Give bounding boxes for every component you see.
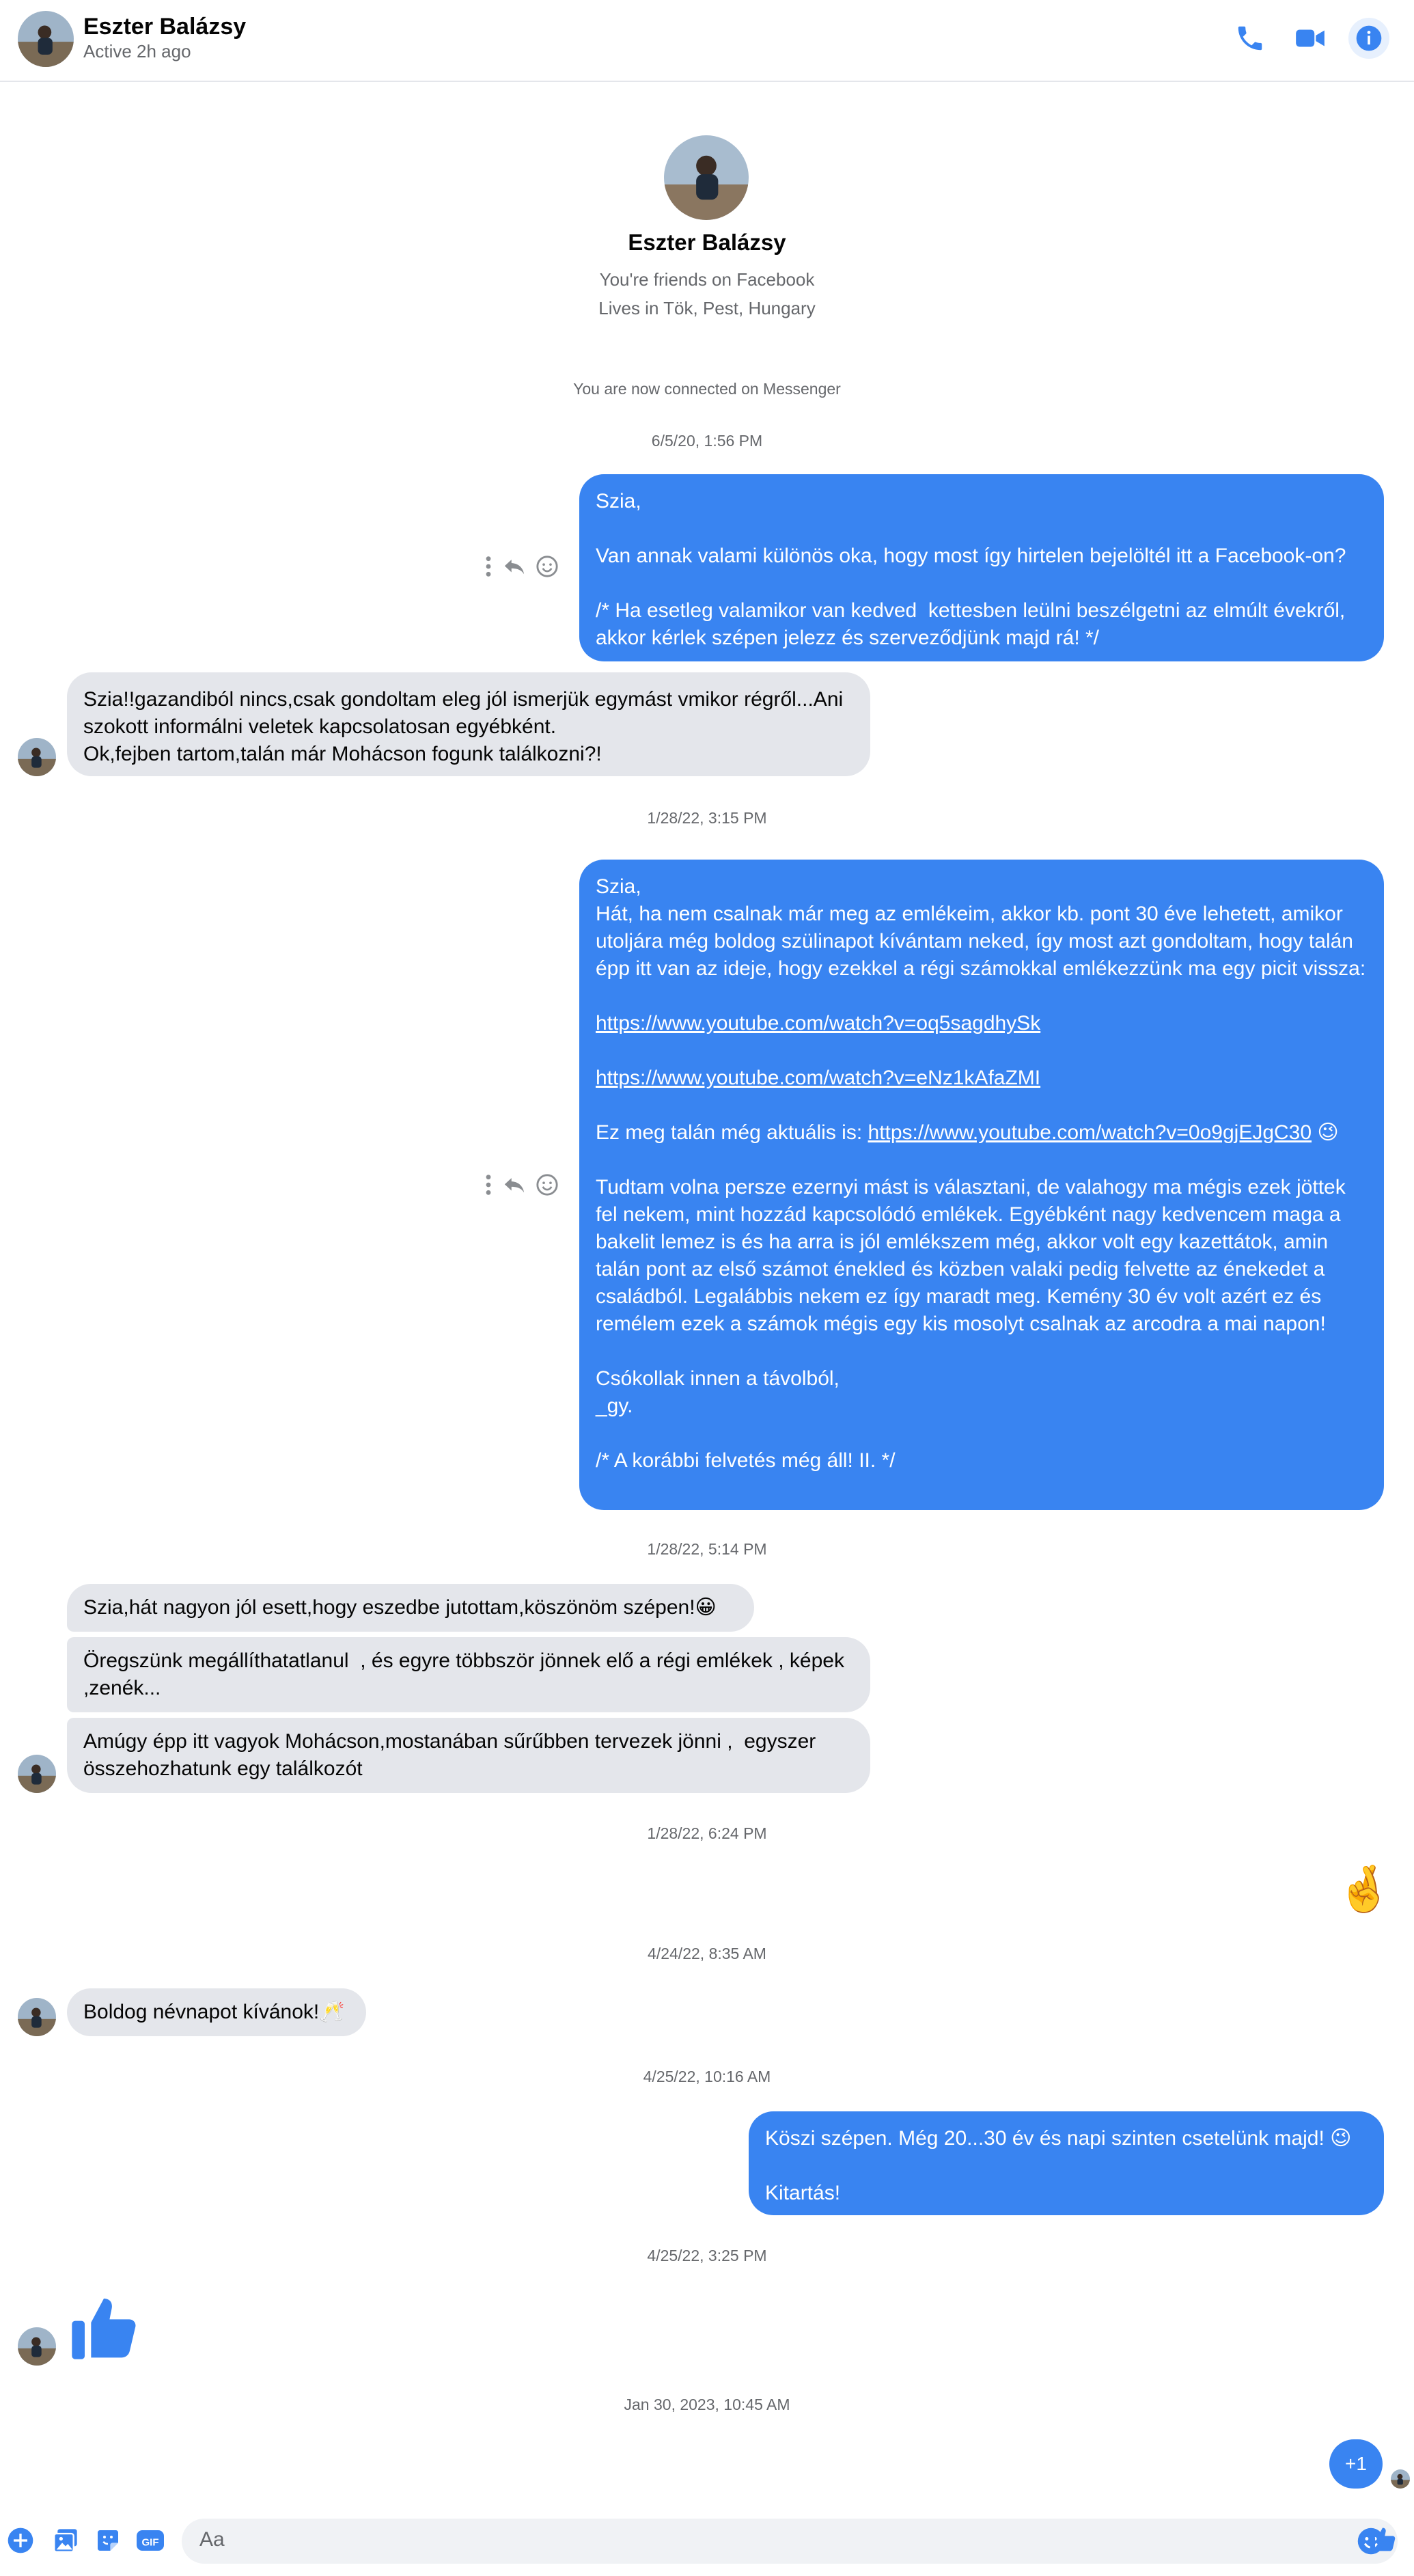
outgoing-message[interactable]: Szia, Van annak valami különös oka, hogy… — [579, 474, 1384, 661]
header-contact-name[interactable]: Eszter Balázsy — [83, 14, 246, 40]
timestamp: 6/5/20, 1:56 PM — [651, 432, 763, 450]
conversation-header: Eszter Balázsy Active 2h ago — [0, 0, 1414, 82]
message-input-container — [182, 2519, 1398, 2564]
like-icon[interactable] — [1366, 2523, 1399, 2556]
contact-avatar[interactable] — [18, 1998, 56, 2036]
plus-icon[interactable] — [4, 2524, 37, 2557]
timestamp: 1/28/22, 5:14 PM — [647, 1540, 767, 1558]
react-icon[interactable] — [536, 555, 559, 578]
timestamp: 4/25/22, 3:25 PM — [647, 2247, 767, 2264]
incoming-message[interactable]: Amúgy épp itt vagyok Mohácson,mostanában… — [67, 1718, 870, 1793]
profile-avatar[interactable] — [664, 135, 749, 220]
message-composer: GIF — [0, 2515, 1414, 2576]
sticker-icon[interactable] — [92, 2524, 124, 2557]
message-input[interactable] — [199, 2528, 1306, 2551]
timestamp: 4/25/22, 10:16 AM — [643, 2068, 771, 2085]
crossed-fingers-emoji[interactable]: 🤞 — [1336, 1861, 1392, 1916]
wink-emoji: 😉 — [1317, 1121, 1339, 1144]
incoming-message[interactable]: Szia,hát nagyon jól esett,hogy eszedbe j… — [67, 1584, 754, 1632]
like-icon[interactable] — [66, 2288, 142, 2367]
timestamp: 4/24/22, 8:35 AM — [648, 1945, 766, 1962]
gif-icon[interactable]: GIF — [134, 2524, 167, 2557]
profile-name: Eszter Balázsy — [628, 230, 786, 255]
youtube-link[interactable]: https://www.youtube.com/watch?v=0o9gjEJg… — [868, 1121, 1312, 1144]
reply-icon[interactable] — [503, 1175, 526, 1195]
more-icon[interactable] — [484, 555, 493, 578]
image-icon[interactable] — [49, 2524, 82, 2557]
info-icon[interactable] — [1348, 18, 1389, 59]
message-actions — [484, 1173, 559, 1196]
contact-avatar[interactable] — [18, 2327, 56, 2366]
incoming-message[interactable]: Szia!!gazandiból nincs,csak gondoltam el… — [67, 672, 870, 776]
outgoing-message[interactable]: Köszi szépen. Még 20...30 év és napi szi… — [749, 2111, 1384, 2215]
video-icon[interactable] — [1290, 18, 1331, 59]
outgoing-message[interactable]: Szia, Hát, ha nem csalnak már meg az eml… — [579, 860, 1384, 1510]
contact-avatar[interactable] — [18, 738, 56, 776]
message-text: Szia, Hát, ha nem csalnak már meg az eml… — [596, 875, 1366, 980]
connected-notice: You are now connected on Messenger — [573, 380, 841, 398]
profile-friends-line: You're friends on Facebook — [599, 269, 815, 290]
header-active-status: Active 2h ago — [83, 41, 191, 61]
message-text: Ez meg talán még aktuális is: — [596, 1121, 868, 1144]
phone-icon[interactable] — [1230, 18, 1271, 59]
svg-text:GIF: GIF — [142, 2537, 159, 2549]
header-avatar[interactable] — [18, 11, 74, 67]
youtube-link[interactable]: https://www.youtube.com/watch?v=oq5sagdh… — [596, 1012, 1040, 1034]
timestamp: Jan 30, 2023, 10:45 AM — [624, 2396, 790, 2413]
message-signature: Csókollak innen a távolból, _gy. — [596, 1367, 840, 1417]
seen-avatar — [1391, 2469, 1410, 2489]
timestamp: 1/28/22, 6:24 PM — [647, 1824, 767, 1842]
youtube-link[interactable]: https://www.youtube.com/watch?v=eNz1kAfa… — [596, 1067, 1040, 1089]
message-actions — [484, 555, 559, 578]
react-icon[interactable] — [536, 1173, 559, 1196]
message-text: Tudtam volna persze ezernyi mást is vála… — [596, 1176, 1346, 1335]
contact-avatar[interactable] — [18, 1755, 56, 1793]
message-text: /* A korábbi felvetés még áll! II. */ — [596, 1449, 896, 1472]
reply-icon[interactable] — [503, 556, 526, 577]
outgoing-message[interactable]: +1 — [1329, 2439, 1383, 2489]
profile-location-line: Lives in Tök, Pest, Hungary — [598, 298, 816, 318]
more-icon[interactable] — [484, 1173, 493, 1196]
incoming-message[interactable]: Öregszünk megállíthatatlanul , és egyre … — [67, 1637, 870, 1712]
incoming-message[interactable]: Boldog névnapot kívánok!🥂 — [67, 1988, 366, 2036]
timestamp: 1/28/22, 3:15 PM — [647, 809, 767, 827]
